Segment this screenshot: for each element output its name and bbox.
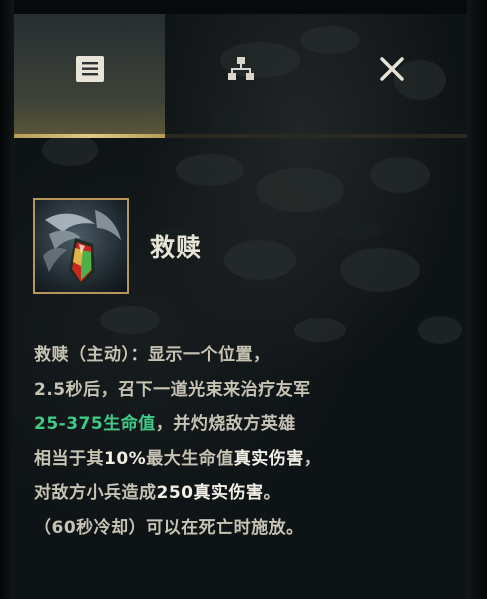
active-tab-indicator	[14, 134, 165, 138]
description-text: 对敌方小兵造成	[34, 483, 157, 503]
tab-underline	[14, 134, 467, 138]
description-line-4: 相当于其10%最大生命值真实伤害，	[34, 442, 454, 477]
frame-right	[467, 0, 487, 599]
description-line-3: 25-375生命值，并灼烧敌方英雄	[34, 407, 454, 442]
ability-name: 救赎	[150, 233, 203, 262]
description-text: 最大生命值	[146, 448, 234, 469]
redemption-ability-icon	[33, 198, 129, 294]
frame-left	[0, 0, 14, 599]
tab-tree[interactable]	[165, 14, 316, 138]
tab-close[interactable]	[316, 14, 467, 138]
description-text: 。	[263, 483, 281, 503]
true-damage-label: 真实伤害	[193, 483, 264, 503]
description-icon	[75, 56, 104, 82]
description-line-1: 救赎（主动）：显示一个位置，	[34, 345, 271, 365]
close-icon	[379, 56, 405, 82]
frame-top	[0, 0, 487, 14]
heal-amount: 25-375生命值	[34, 414, 156, 434]
description-line-3-rest: ，并灼烧敌方英雄	[155, 414, 296, 434]
description-line-5: 对敌方小兵造成250真实伤害。	[34, 476, 454, 511]
description-line-6: （60秒冷却）可以在死亡时施放。	[34, 517, 304, 538]
tab-bar	[14, 14, 467, 138]
description-line-2: 2.5秒后，召下一道光束来治疗友军	[34, 379, 311, 400]
ability-description: 救赎（主动）：显示一个位置， 2.5秒后，召下一道光束来治疗友军 25-375生…	[34, 338, 454, 545]
tab-description[interactable]	[14, 14, 165, 138]
description-text: 相当于其	[34, 448, 104, 469]
hierarchy-icon	[227, 57, 254, 81]
minion-damage-amount: 250	[156, 483, 194, 503]
ability-tooltip-panel: 救赎 救赎（主动）：显示一个位置， 2.5秒后，召下一道光束来治疗友军 25-3…	[0, 0, 487, 599]
description-text: ，	[303, 448, 322, 469]
true-damage-label: 真实伤害	[233, 448, 304, 469]
max-health-percent: 10%	[104, 448, 147, 469]
